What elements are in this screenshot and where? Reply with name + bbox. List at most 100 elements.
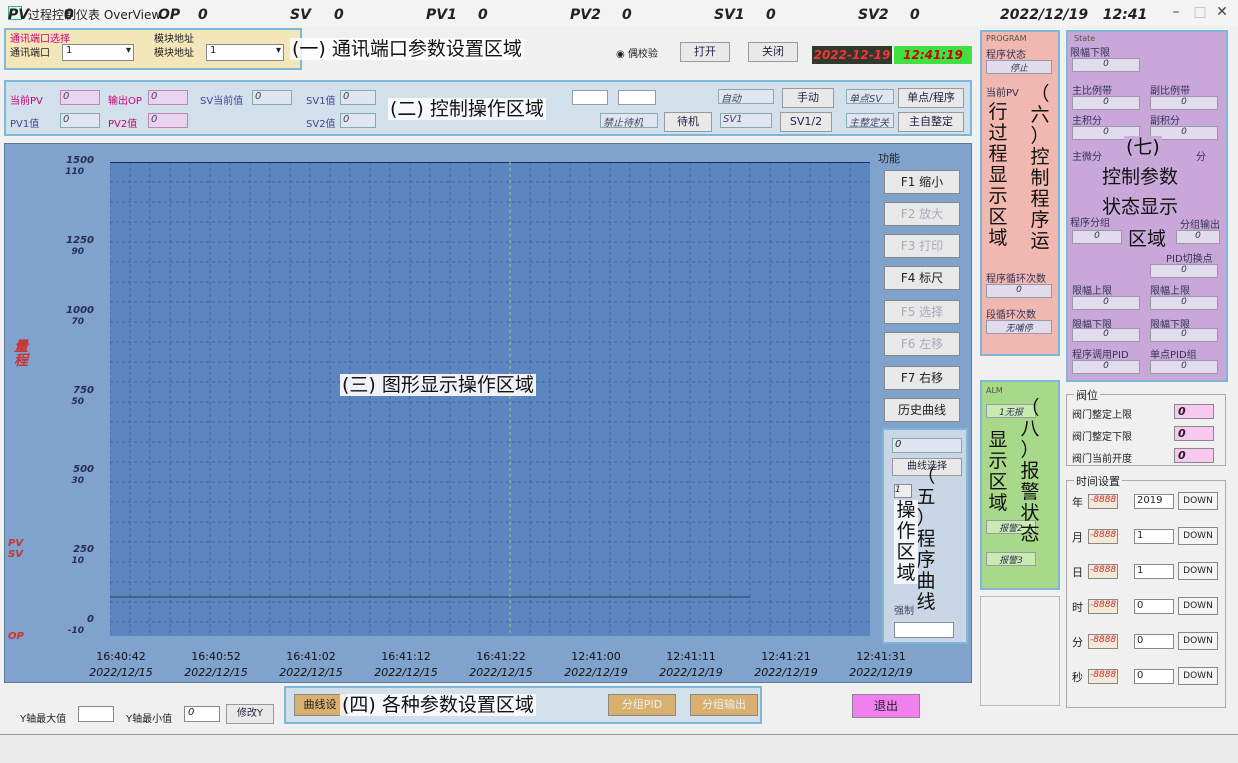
x-date-tick: 2022/12/19 [659, 666, 723, 679]
upper-limit-1-field: 0 [1072, 296, 1140, 310]
close-port-button[interactable]: 关闭 [748, 42, 798, 62]
region-label-7c: 状态显示 [1100, 196, 1181, 218]
mode-field: 自动 [718, 89, 774, 105]
pv2-label: PV2值 [108, 119, 138, 130]
time-row-input[interactable]: 2019 [1134, 494, 1174, 509]
time-row-down-button[interactable]: DOWN [1178, 667, 1218, 685]
f3-print-button[interactable]: F3 打印 [884, 234, 960, 258]
parity-radio[interactable]: ◉ 偶校验 [616, 45, 658, 60]
sv12-button[interactable]: SV1/2 [780, 112, 832, 132]
plot-area[interactable] [110, 162, 870, 636]
time-row-input[interactable]: 0 [1134, 634, 1174, 649]
history-curve-button[interactable]: 历史曲线 [884, 398, 960, 422]
p-main-field: 0 [1072, 96, 1140, 110]
program-loops-label: 程序循环次数 [986, 274, 1046, 285]
x-time-tick: 16:40:52 [191, 650, 241, 663]
time-row-down-button[interactable]: DOWN [1178, 492, 1218, 510]
program-state-field: 停止 [986, 60, 1052, 74]
program-state-label: 程序状态 [986, 50, 1026, 61]
time-row-down-button[interactable]: DOWN [1178, 597, 1218, 615]
group-output-button[interactable]: 分组输出 [690, 694, 758, 716]
status-op-label: OP [158, 7, 181, 23]
addr-select[interactable]: 1 ▾ [206, 44, 284, 61]
x-time-tick: 16:41:22 [476, 650, 526, 663]
valve-lower-field[interactable]: 0 [1174, 426, 1214, 441]
auto-tune-button[interactable]: 主自整定 [898, 112, 964, 132]
pv-legend: PV [8, 538, 24, 549]
time-row-label: 年 [1072, 496, 1083, 509]
time-display: 12:41:19 [894, 46, 972, 64]
force-field[interactable] [894, 622, 954, 638]
y-right-tick: 10 [71, 556, 84, 566]
group-pid-button[interactable]: 分组PID [608, 694, 676, 716]
status-pv-label: PV [8, 7, 30, 23]
sv-field: 0 [252, 90, 292, 105]
f5-select-button[interactable]: F5 选择 [884, 300, 960, 324]
region-label-2: (二) 控制操作区域 [388, 98, 546, 120]
sv2-field: 0 [340, 113, 376, 128]
status-sv2-label: SV2 [858, 7, 889, 23]
sv2-label: SV2值 [306, 119, 336, 130]
time-row-down-button[interactable]: DOWN [1178, 527, 1218, 545]
status-pv2-value: 0 [622, 7, 632, 23]
single-pid-label: 单点PID组 [1150, 350, 1197, 361]
y-right-tick: 70 [71, 317, 84, 327]
master-tune-field: 主整定关 [846, 113, 894, 129]
modify-y-button[interactable]: 修改Y [226, 704, 274, 724]
time-row-input[interactable]: 0 [1134, 599, 1174, 614]
region-label-4: (四) 各种参数设置区域 [340, 694, 536, 716]
f4-ruler-button[interactable]: F4 标尺 [884, 266, 960, 290]
close-window-button[interactable]: ✕ [1208, 4, 1236, 22]
i-main-label: 主积分 [1072, 116, 1102, 127]
f6-left-button[interactable]: F6 左移 [884, 332, 960, 356]
y-left-tick: 1500 [66, 155, 94, 166]
ymin-field[interactable]: 0 [184, 706, 220, 722]
open-button[interactable]: 打开 [680, 42, 730, 62]
standby-button[interactable]: 待机 [664, 112, 712, 132]
pv-label: 当前PV [10, 96, 43, 107]
region-label-7b: 控制参数 [1100, 166, 1181, 188]
manual-button[interactable]: 手动 [782, 88, 834, 108]
time-row-down-button[interactable]: DOWN [1178, 562, 1218, 580]
x-date-tick: 2022/12/19 [754, 666, 818, 679]
y-right-tick: 50 [71, 397, 84, 407]
x-time-tick: 16:41:12 [381, 650, 431, 663]
addr-group-label: 模块地址 [154, 34, 194, 45]
time-row-input[interactable]: 1 [1134, 529, 1174, 544]
x-date-tick: 2022/12/19 [849, 666, 913, 679]
status-sv2-value: 0 [910, 7, 920, 23]
valve-current-field: 0 [1174, 448, 1214, 463]
pv2-field: 0 [148, 113, 188, 128]
time-row-down-button[interactable]: DOWN [1178, 632, 1218, 650]
x-date-tick: 2022/12/15 [374, 666, 438, 679]
exit-button[interactable]: 退出 [852, 694, 920, 718]
lower-limit-2-field: 0 [1150, 328, 1218, 342]
time-row-input[interactable]: 0 [1134, 669, 1174, 684]
port-select[interactable]: 1 ▾ [62, 44, 134, 61]
y-left-tick: 750 [73, 385, 94, 396]
f2-zoom-in-button[interactable]: F2 放大 [884, 202, 960, 226]
curve-item-1[interactable]: 1 [894, 484, 912, 498]
f1-zoom-out-button[interactable]: F1 缩小 [884, 170, 960, 194]
sv-legend: SV [8, 549, 23, 560]
x-time-tick: 16:40:42 [96, 650, 146, 663]
region-label-7a: (七) [1124, 136, 1162, 158]
sv-label: SV当前值 [200, 96, 244, 107]
yaxis-char-2: 程 [14, 353, 28, 369]
pv1-field: 0 [60, 113, 100, 128]
x-time-tick: 12:41:11 [666, 650, 716, 663]
ymin-label: Y轴最小值 [126, 714, 173, 725]
valve-upper-field[interactable]: 0 [1174, 404, 1214, 419]
aux-field-2 [618, 90, 656, 105]
time-row-input[interactable]: 1 [1134, 564, 1174, 579]
upper-limit-2-field: 0 [1150, 296, 1218, 310]
x-date-tick: 2022/12/15 [184, 666, 248, 679]
region-label-8a: （八）报警状态 [1020, 397, 1040, 545]
f7-right-button[interactable]: F7 右移 [884, 366, 960, 390]
status-pv2-label: PV2 [570, 7, 601, 23]
curve-set-button[interactable]: 曲线设 [294, 694, 346, 716]
y-right-tick: 110 [65, 167, 84, 177]
ymax-label: Y轴最大值 [20, 714, 67, 725]
ymax-field[interactable] [78, 706, 114, 722]
single-prog-button[interactable]: 单点/程序 [898, 88, 964, 108]
